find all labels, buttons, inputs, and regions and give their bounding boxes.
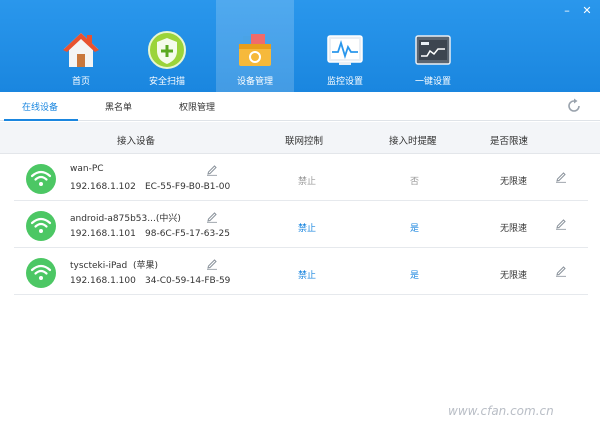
table-header: 接入设备 联网控制 接入时提醒 是否限速 <box>0 122 600 154</box>
header-network-control: 联网控制 <box>285 136 324 147</box>
reminder-toggle[interactable]: 是 <box>410 268 419 281</box>
tab-blacklist[interactable]: 黑名单 <box>105 100 132 113</box>
reminder-toggle[interactable]: 否 <box>410 174 419 187</box>
device-mac: 34-C0-59-14-FB-59 <box>145 276 231 286</box>
wifi-icon <box>26 164 56 194</box>
top-bar: – ✕ 首页 安全扫描 设备管理 监控设置 一键设置 <box>0 0 600 92</box>
edit-speed-icon[interactable] <box>555 171 567 183</box>
edit-name-icon[interactable] <box>206 258 218 270</box>
home-icon <box>63 33 99 67</box>
nav-label: 首页 <box>71 77 90 87</box>
wifi-icon <box>26 211 56 241</box>
speed-limit-value: 无限速 <box>500 177 528 187</box>
table-row: wan-PC 192.168.1.102 EC-55-F9-B0-B1-00 禁… <box>14 155 588 201</box>
device-ip: 192.168.1.100 <box>70 276 136 286</box>
speed-limit-value: 无限速 <box>500 271 528 281</box>
nav-label: 一键设置 <box>414 77 451 87</box>
watermark: www.cfan.com.cn <box>448 404 554 418</box>
device-name: tyscteki-iPad (苹果) <box>70 261 159 271</box>
edit-speed-icon[interactable] <box>555 265 567 277</box>
edit-name-icon[interactable] <box>206 211 218 223</box>
device-mac: 98-6C-F5-17-63-25 <box>145 229 230 239</box>
nav-label: 监控设置 <box>326 77 363 87</box>
network-block-button[interactable]: 禁止 <box>298 221 316 234</box>
monitor-icon <box>327 35 363 65</box>
table-row: tyscteki-iPad (苹果) 192.168.1.100 34-C0-5… <box>14 249 588 295</box>
device-name: wan-PC <box>70 164 104 174</box>
minimize-button[interactable]: – <box>560 4 574 18</box>
nav-device-management[interactable]: 设备管理 <box>216 0 294 92</box>
close-button[interactable]: ✕ <box>580 4 594 18</box>
edit-name-icon[interactable] <box>206 164 218 176</box>
header-connect-reminder: 接入时提醒 <box>389 136 437 147</box>
active-tab-indicator <box>4 119 78 121</box>
device-ip: 192.168.1.102 <box>70 182 136 192</box>
network-block-button[interactable]: 禁止 <box>298 268 316 281</box>
device-mac: EC-55-F9-B0-B1-00 <box>145 182 231 192</box>
header-speed-limit: 是否限速 <box>490 136 529 147</box>
device-ip: 192.168.1.101 <box>70 229 136 239</box>
wifi-icon <box>26 258 56 288</box>
network-block-button[interactable]: 禁止 <box>298 174 316 187</box>
nav-one-click-setup[interactable]: 一键设置 <box>394 0 472 92</box>
header-device: 接入设备 <box>117 136 156 147</box>
speed-limit-value: 无限速 <box>500 224 528 234</box>
toolbox-icon <box>239 34 271 66</box>
device-name: android-a875b53...(中兴) <box>70 214 181 224</box>
reminder-toggle[interactable]: 是 <box>410 221 419 234</box>
nav-label: 安全扫描 <box>148 77 185 87</box>
shield-icon <box>148 31 186 69</box>
router-icon <box>415 35 451 65</box>
table-row: android-a875b53...(中兴) 192.168.1.101 98-… <box>14 202 588 248</box>
nav-security-scan[interactable]: 安全扫描 <box>128 0 206 92</box>
nav-label: 设备管理 <box>236 77 273 87</box>
refresh-icon[interactable] <box>566 98 582 114</box>
tab-permissions[interactable]: 权限管理 <box>179 100 215 113</box>
nav-monitor-settings[interactable]: 监控设置 <box>306 0 384 92</box>
nav-home[interactable]: 首页 <box>42 0 120 92</box>
sub-tabs: 在线设备 黑名单 权限管理 <box>0 92 600 121</box>
edit-speed-icon[interactable] <box>555 218 567 230</box>
tab-online-devices[interactable]: 在线设备 <box>22 100 58 113</box>
